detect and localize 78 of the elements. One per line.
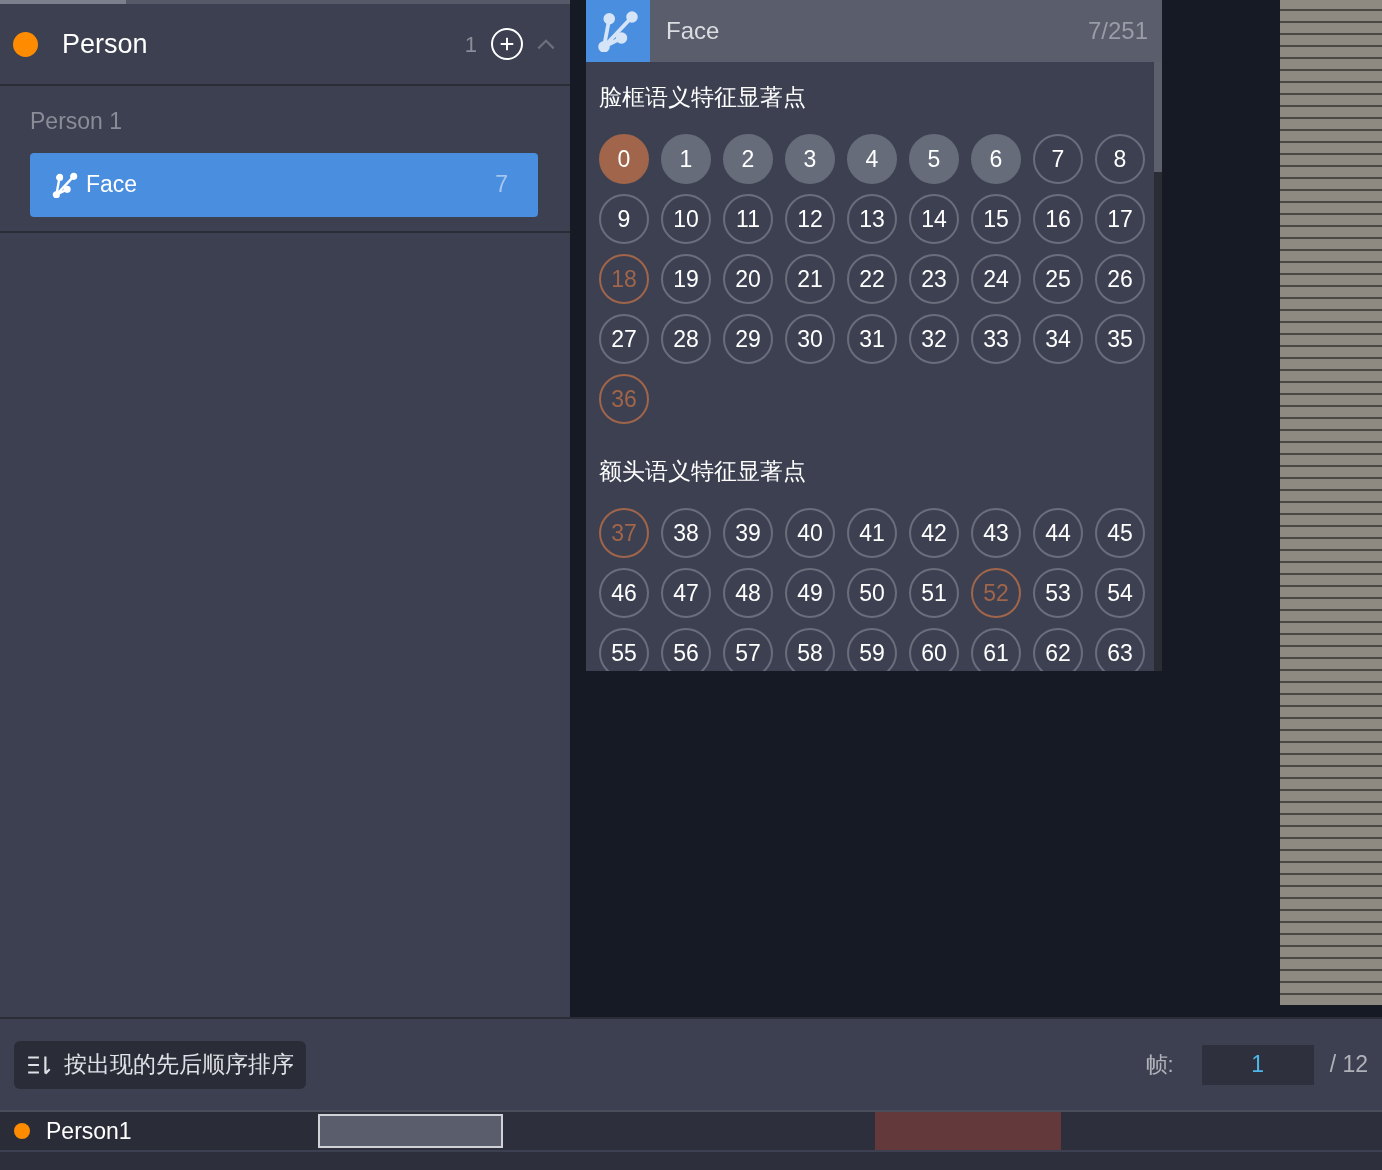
point-button[interactable]: 19 [661, 254, 711, 304]
point-button[interactable]: 44 [1033, 508, 1083, 558]
frame-total: / 12 [1329, 1050, 1368, 1080]
nodes-icon [52, 171, 78, 198]
point-button[interactable]: 40 [785, 508, 835, 558]
point-button[interactable]: 30 [785, 314, 835, 364]
point-button[interactable]: 39 [723, 508, 773, 558]
point-button[interactable]: 62 [1033, 628, 1083, 671]
point-button[interactable]: 61 [971, 628, 1021, 671]
point-button[interactable]: 28 [661, 314, 711, 364]
point-button[interactable]: 25 [1033, 254, 1083, 304]
point-button[interactable]: 2 [723, 134, 773, 184]
group-title: Person [62, 27, 148, 61]
point-button[interactable]: 56 [661, 628, 711, 671]
point-button[interactable]: 4 [847, 134, 897, 184]
point-button[interactable]: 14 [909, 194, 959, 244]
point-button[interactable]: 58 [785, 628, 835, 671]
section-title: 脸框语义特征显著点 [599, 83, 807, 112]
point-button[interactable]: 22 [847, 254, 897, 304]
point-button[interactable]: 53 [1033, 568, 1083, 618]
point-button[interactable]: 47 [661, 568, 711, 618]
plus-icon [498, 35, 516, 53]
point-button[interactable]: 31 [847, 314, 897, 364]
point-button[interactable]: 5 [909, 134, 959, 184]
point-button[interactable]: 42 [909, 508, 959, 558]
point-button[interactable]: 29 [723, 314, 773, 364]
point-button[interactable]: 32 [909, 314, 959, 364]
point-button[interactable]: 60 [909, 628, 959, 671]
point-button[interactable]: 55 [599, 628, 649, 671]
point-button[interactable]: 33 [971, 314, 1021, 364]
point-button[interactable]: 48 [723, 568, 773, 618]
point-button[interactable]: 3 [785, 134, 835, 184]
point-button[interactable]: 26 [1095, 254, 1145, 304]
point-button[interactable]: 57 [723, 628, 773, 671]
point-button[interactable]: 8 [1095, 134, 1145, 184]
frame-input[interactable]: 1 [1201, 1044, 1314, 1085]
group-count: 1 [464, 30, 477, 59]
point-button[interactable]: 15 [971, 194, 1021, 244]
point-button[interactable]: 63 [1095, 628, 1145, 671]
point-button[interactable]: 6 [971, 134, 1021, 184]
instance-label: Person 1 [30, 107, 124, 136]
point-button[interactable]: 41 [847, 508, 897, 558]
keyframe-block[interactable] [318, 1114, 503, 1148]
frame-label: 帧: [1145, 1051, 1174, 1079]
point-button[interactable]: 50 [847, 568, 897, 618]
popup-title: Face [666, 16, 720, 46]
point-button[interactable]: 27 [599, 314, 649, 364]
point-button[interactable]: 7 [1033, 134, 1083, 184]
point-button[interactable]: 49 [785, 568, 835, 618]
point-button[interactable]: 51 [909, 568, 959, 618]
point-button[interactable]: 54 [1095, 568, 1145, 618]
point-button[interactable]: 11 [723, 194, 773, 244]
scrollbar-thumb[interactable] [1154, 62, 1162, 172]
point-button[interactable]: 45 [1095, 508, 1145, 558]
point-button[interactable]: 38 [661, 508, 711, 558]
point-button[interactable]: 43 [971, 508, 1021, 558]
point-button[interactable]: 34 [1033, 314, 1083, 364]
point-button[interactable]: 16 [1033, 194, 1083, 244]
point-button[interactable]: 21 [785, 254, 835, 304]
progress-count: 7/251 [1087, 16, 1148, 46]
track-name: Person1 [46, 1116, 132, 1146]
point-button[interactable]: 24 [971, 254, 1021, 304]
point-button[interactable]: 23 [909, 254, 959, 304]
point-button[interactable]: 20 [723, 254, 773, 304]
point-button[interactable]: 12 [785, 194, 835, 244]
point-button[interactable]: 10 [661, 194, 711, 244]
point-button[interactable]: 1 [661, 134, 711, 184]
point-button[interactable]: 9 [599, 194, 649, 244]
point-button[interactable]: 17 [1095, 194, 1145, 244]
point-button[interactable]: 0 [599, 134, 649, 184]
point-button[interactable]: 59 [847, 628, 897, 671]
point-button[interactable]: 35 [1095, 314, 1145, 364]
sort-button[interactable]: 按出现的先后顺序排序 [14, 1040, 306, 1089]
point-button[interactable]: 46 [599, 568, 649, 618]
add-button[interactable] [491, 28, 523, 60]
point-button[interactable]: 13 [847, 194, 897, 244]
section-title: 额头语义特征显著点 [599, 457, 807, 486]
nodes-icon [597, 10, 639, 52]
